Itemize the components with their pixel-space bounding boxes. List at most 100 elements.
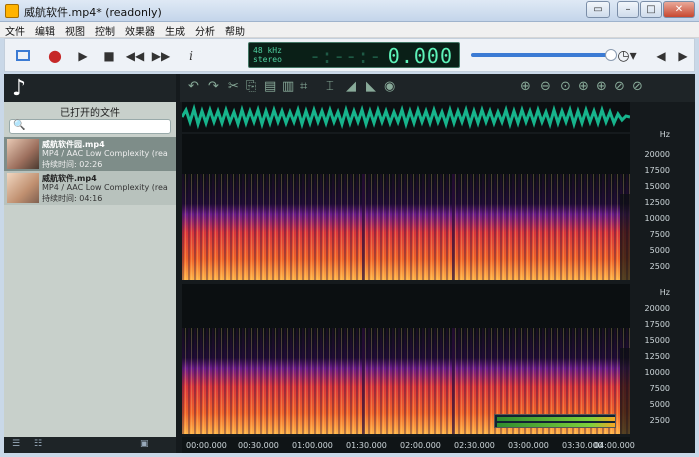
rewind-icon[interactable]: ◀◀ (125, 46, 145, 66)
volume-thumb[interactable] (605, 49, 617, 61)
sidebar-footer: ☰ ☷ ▣ (4, 437, 176, 453)
volume-slider[interactable] (471, 49, 617, 61)
main-area: ♪ ↶ ↷ ✂ ⎘ ▤ ▥ ⌗ ⌶ ◢ ◣ ◉ ⊕ ⊖ ⊙ ⊕ ⊕ ⊘ ⊘ 已打… (4, 74, 695, 453)
menu-edit[interactable]: 编辑 (30, 22, 60, 38)
freq-tick: 17500 (644, 166, 670, 175)
selection-mode-icon[interactable] (13, 46, 33, 66)
copy-icon[interactable]: ⎘ (246, 79, 256, 94)
freq-tick: 15000 (644, 336, 670, 345)
freq-tick: 15000 (644, 182, 670, 191)
rate-label: 48 kHz (253, 46, 282, 55)
time-tick: 02:00.000 (400, 441, 441, 450)
minimize-button[interactable]: – (617, 1, 639, 18)
freq-tick: 2500 (649, 416, 670, 425)
cut-icon[interactable]: ✂ (228, 79, 239, 94)
music-note-icon: ♪ (12, 76, 27, 101)
file-format: MP4 / AAC Low Complexity (reado... (42, 183, 168, 192)
menu-file[interactable]: 文件 (0, 22, 30, 38)
sample-rate: 48 kHz stereo (253, 46, 282, 64)
time-tick: 00:00.000 (186, 441, 227, 450)
list-view-icon[interactable]: ☰ (12, 439, 20, 449)
freq-tick: 7500 (649, 230, 670, 239)
zoom-selection-icon[interactable]: ⊕ (578, 79, 589, 94)
menu-bar: 文件 编辑 视图 控制 效果器 生成 分析 帮助 (0, 22, 699, 38)
freq-tick: 2500 (649, 262, 670, 271)
effect-icon[interactable]: ◉ (384, 79, 395, 94)
image-view-icon[interactable]: ▣ (140, 439, 149, 449)
level-right (497, 423, 615, 427)
time-tick: 02:30.000 (454, 441, 495, 450)
grid-view-icon[interactable]: ☷ (34, 439, 42, 449)
forward-arrow-icon[interactable]: ▶ (673, 46, 693, 66)
back-arrow-icon[interactable]: ◀ (651, 46, 671, 66)
time-tick: 03:00.000 (508, 441, 549, 450)
zoom-out-icon[interactable]: ⊖ (540, 79, 551, 94)
extra-window-icon[interactable]: ▭ (586, 1, 610, 18)
file-duration: 持续时间: 02:26 (42, 160, 103, 169)
freq-tick: 20000 (644, 150, 670, 159)
time-tick: 01:00.000 (292, 441, 333, 450)
paste-icon[interactable]: ▤ (264, 79, 276, 94)
file-item[interactable]: 威航软件园.mp4 MP4 / AAC Low Complexity (read… (4, 137, 176, 171)
file-format: MP4 / AAC Low Complexity (reado... (42, 149, 168, 158)
zoom-in-icon[interactable]: ⊕ (520, 79, 531, 94)
undo-icon[interactable]: ↶ (188, 79, 199, 94)
file-duration: 持续时间: 04:16 (42, 194, 103, 203)
edit-toolbar: ↶ ↷ ✂ ⎘ ▤ ▥ ⌗ ⌶ ◢ ◣ ◉ ⊕ ⊖ ⊙ ⊕ ⊕ ⊘ ⊘ (180, 74, 695, 102)
menu-effects[interactable]: 效果器 (120, 22, 160, 38)
maximize-button[interactable]: □ (640, 1, 662, 18)
freq-tick: 17500 (644, 320, 670, 329)
file-thumbnail (7, 139, 39, 169)
spectrogram-left[interactable] (182, 134, 630, 280)
play-icon[interactable]: ▶ (73, 46, 93, 66)
crop-icon[interactable]: ⌗ (300, 79, 307, 94)
freq-unit: Hz (659, 130, 670, 139)
freq-ruler-right: Hz 20000 17500 15000 12500 10000 7500 50… (630, 288, 674, 438)
freq-tick: 12500 (644, 198, 670, 207)
time-tick: 01:30.000 (346, 441, 387, 450)
level-meter (494, 414, 616, 428)
menu-help[interactable]: 帮助 (220, 22, 250, 38)
freq-tick: 12500 (644, 352, 670, 361)
history-icon[interactable]: ◷▾ (617, 46, 637, 66)
menu-analyze[interactable]: 分析 (190, 22, 220, 38)
waveform-overview[interactable] (182, 102, 630, 132)
info-icon[interactable]: i (181, 46, 201, 66)
vertical-zoom-in-icon[interactable]: ⊘ (614, 79, 625, 94)
file-item[interactable]: 威航软件.mp4 MP4 / AAC Low Complexity (reado… (4, 171, 176, 205)
menu-generate[interactable]: 生成 (160, 22, 190, 38)
window-title: 威航软件.mp4* (readonly) (24, 6, 162, 19)
time-display: 48 kHz stereo -:--:- 0.000 (248, 42, 460, 68)
file-thumbnail (7, 173, 39, 203)
stop-icon[interactable]: ■ (99, 46, 119, 66)
fast-forward-icon[interactable]: ▶▶ (151, 46, 171, 66)
spectrogram-right[interactable] (182, 284, 630, 434)
zoom-all-icon[interactable]: ⊕ (596, 79, 607, 94)
trim-icon[interactable]: ⌶ (326, 79, 334, 94)
panel-title: 已打开的文件 (60, 108, 120, 119)
menu-control[interactable]: 控制 (90, 22, 120, 38)
freq-tick: 10000 (644, 214, 670, 223)
vertical-zoom-out-icon[interactable]: ⊘ (632, 79, 643, 94)
freq-tick: 7500 (649, 384, 670, 393)
fade-in-icon[interactable]: ◢ (346, 79, 356, 94)
close-button[interactable]: ✕ (663, 1, 695, 18)
fade-out-icon[interactable]: ◣ (366, 79, 376, 94)
file-panel: 已打开的文件 🔍 威航软件园.mp4 MP4 / AAC Low Complex… (4, 102, 176, 437)
time-value: 0.000 (387, 44, 453, 68)
time-tick: 00:30.000 (238, 441, 279, 450)
delete-icon[interactable]: ▥ (282, 79, 294, 94)
freq-tick: 20000 (644, 304, 670, 313)
search-icon: 🔍 (13, 120, 26, 131)
record-icon[interactable]: ● (45, 46, 65, 66)
freq-ruler-left: Hz 20000 17500 15000 12500 10000 7500 50… (630, 130, 674, 280)
app-icon (5, 4, 19, 18)
menu-view[interactable]: 视图 (60, 22, 90, 38)
freq-tick: 10000 (644, 368, 670, 377)
time-dashes: -:--:- (309, 44, 382, 68)
zoom-fit-icon[interactable]: ⊙ (560, 79, 571, 94)
search-input[interactable]: 🔍 (9, 119, 171, 134)
time-axis: 00:00.000 00:30.000 01:00.000 01:30.000 … (182, 437, 635, 453)
title-bar: 威航软件.mp4* (readonly) ▭ – □ ✕ (0, 0, 699, 22)
redo-icon[interactable]: ↷ (208, 79, 219, 94)
